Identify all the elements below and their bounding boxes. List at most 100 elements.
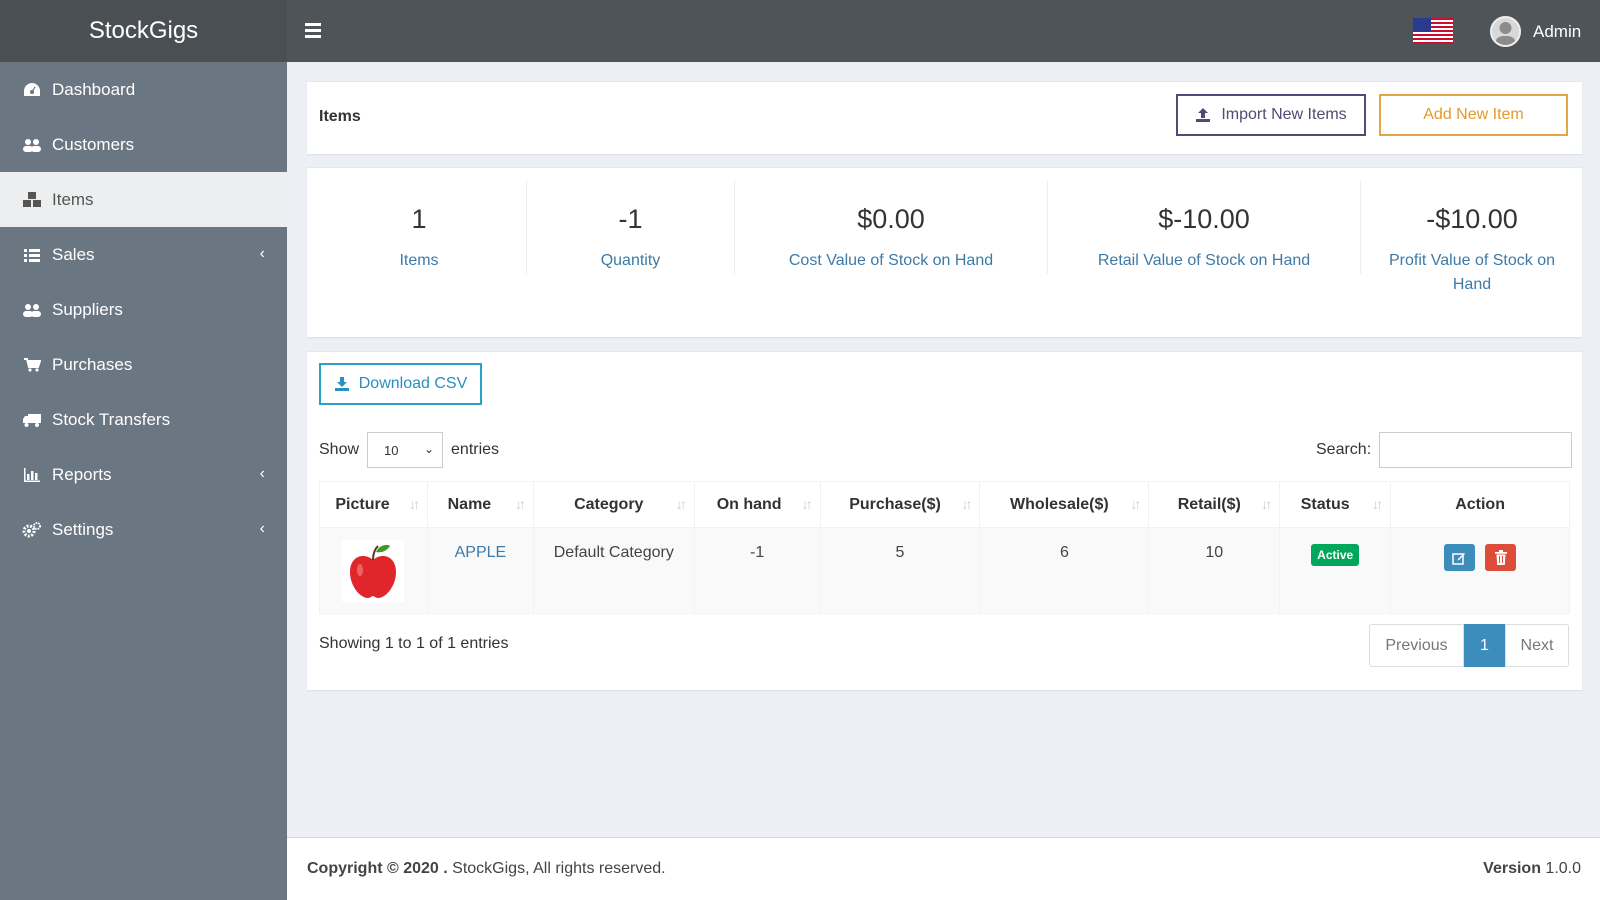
sidebar-item-suppliers[interactable]: Suppliers	[0, 282, 287, 337]
users-icon	[22, 135, 42, 155]
chevron-left-icon: ‹	[259, 520, 265, 537]
column-header-picture[interactable]: Picture ↓↑	[319, 481, 428, 528]
us-flag-icon[interactable]	[1413, 18, 1453, 44]
items-table: Picture ↓↑ Name ↓↑ Category ↓↑ On hand ↓↑ Pu…	[319, 481, 1570, 614]
show-label: Show	[319, 441, 360, 458]
sidebar: Dashboard Customers Items Sales ‹ Suppli…	[0, 62, 287, 900]
version-label: Version	[1483, 860, 1541, 877]
apple-image	[342, 540, 405, 602]
column-header-wholesale[interactable]: Wholesale($) ↓↑	[979, 481, 1150, 528]
stat-profit-value: -$10.00 Profit Value of Stock on Hand	[1375, 180, 1569, 293]
item-name-link[interactable]: APPLE	[455, 544, 507, 561]
page-size-select[interactable]: 10 ⌄	[367, 432, 444, 468]
cart-icon	[22, 355, 42, 375]
sort-icon: ↓↑	[1372, 496, 1383, 512]
download-csv-label: Download CSV	[358, 375, 468, 392]
stat-value: $0.00	[857, 204, 925, 234]
sidebar-item-purchases[interactable]: Purchases	[0, 337, 287, 392]
sidebar-item-settings[interactable]: Settings ‹	[0, 502, 287, 557]
add-item-button[interactable]: Add New Item	[1379, 94, 1568, 136]
page-1-button[interactable]: 1	[1464, 624, 1505, 667]
sidebar-item-label: Customers	[52, 134, 135, 154]
import-items-button[interactable]: Import New Items	[1176, 94, 1366, 136]
column-header-retail[interactable]: Retail($) ↓↑	[1148, 481, 1281, 528]
top-navbar: StockGigs Admin	[0, 0, 1600, 62]
search-control: Search:	[1316, 432, 1573, 468]
column-header-on-hand[interactable]: On hand ↓↑	[693, 481, 821, 528]
sidebar-item-label: Sales	[52, 244, 95, 264]
copyright: Copyright © 2020 . StockGigs, All rights…	[307, 860, 666, 878]
sort-icon: ↓↑	[1130, 496, 1141, 512]
next-page-button[interactable]: Next	[1505, 624, 1569, 667]
sidebar-item-label: Items	[52, 189, 94, 209]
column-header-purchase[interactable]: Purchase($) ↓↑	[819, 481, 981, 528]
stat-value: 1	[411, 204, 427, 234]
users-icon	[22, 300, 42, 320]
stat-value: $-10.00	[1158, 204, 1250, 234]
item-status: Active	[1279, 527, 1392, 614]
search-label: Search:	[1316, 441, 1372, 458]
divider	[1360, 180, 1361, 274]
item-name[interactable]: APPLE	[426, 527, 534, 614]
copyright-text: StockGigs, All rights reserved.	[447, 860, 666, 877]
stat-quantity: -1 Quantity	[527, 180, 734, 274]
download-icon	[334, 376, 350, 392]
stats-panel: 1 Items -1 Quantity $0.00 Cost Value of …	[307, 167, 1582, 337]
cubes-icon	[22, 190, 42, 210]
stat-label: Quantity	[600, 252, 661, 269]
item-category: Default Category	[532, 527, 695, 614]
stat-retail-value: $-10.00 Retail Value of Stock on Hand	[1048, 180, 1360, 274]
stat-label: Cost Value of Stock on Hand	[788, 252, 994, 269]
sidebar-item-label: Dashboard	[52, 79, 136, 99]
column-header-action: Action	[1390, 481, 1570, 528]
delete-button[interactable]	[1485, 544, 1517, 571]
user-menu[interactable]: Admin	[1490, 16, 1581, 47]
sidebar-item-label: Stock Transfers	[52, 409, 171, 429]
gears-icon	[22, 520, 42, 540]
sidebar-item-customers[interactable]: Customers	[0, 117, 287, 172]
version-value: 1.0.0	[1540, 860, 1581, 877]
stat-items: 1 Items	[319, 180, 519, 274]
stat-label: Items	[399, 252, 439, 269]
search-input[interactable]	[1379, 432, 1573, 468]
item-picture	[319, 527, 428, 614]
stat-label: Retail Value of Stock on Hand	[1097, 252, 1311, 269]
item-actions	[1390, 527, 1570, 614]
sort-icon: ↓↑	[961, 496, 972, 512]
brand-logo[interactable]: StockGigs	[0, 0, 287, 62]
previous-page-button[interactable]: Previous	[1369, 624, 1464, 667]
sort-icon: ↓↑	[408, 496, 420, 512]
sidebar-item-reports[interactable]: Reports ‹	[0, 447, 287, 502]
download-csv-button[interactable]: Download CSV	[319, 363, 482, 405]
truck-icon	[22, 410, 42, 430]
stat-value: -$10.00	[1426, 204, 1518, 234]
sidebar-item-items[interactable]: Items	[0, 172, 287, 227]
dashboard-icon	[22, 80, 42, 100]
column-header-status[interactable]: Status ↓↑	[1279, 481, 1392, 528]
list-icon	[22, 245, 42, 265]
item-purchase: 5	[819, 527, 981, 614]
sidebar-item-dashboard[interactable]: Dashboard	[0, 62, 287, 117]
chevron-left-icon: ‹	[259, 465, 265, 482]
table-info: Showing 1 to 1 of 1 entries	[319, 635, 509, 652]
pagination: Previous 1 Next	[1369, 624, 1569, 667]
sidebar-item-label: Reports	[52, 464, 112, 484]
sort-icon: ↓↑	[1261, 496, 1272, 512]
sort-icon: ↓↑	[801, 496, 813, 512]
column-header-name[interactable]: Name ↓↑	[426, 481, 534, 528]
sidebar-item-label: Suppliers	[52, 299, 123, 319]
menu-toggle-icon[interactable]	[302, 20, 324, 42]
sidebar-item-stock-transfers[interactable]: Stock Transfers	[0, 392, 287, 447]
stat-label: Profit Value of Stock on Hand	[1388, 252, 1555, 293]
stat-cost-value: $0.00 Cost Value of Stock on Hand	[735, 180, 1047, 274]
column-header-category[interactable]: Category ↓↑	[532, 481, 695, 528]
edit-button[interactable]	[1443, 544, 1475, 571]
status-badge: Active	[1311, 544, 1360, 566]
import-items-label: Import New Items	[1221, 106, 1347, 123]
edit-icon	[1452, 552, 1466, 565]
page-size-control: Show 10 ⌄ entries	[319, 432, 499, 468]
sidebar-item-sales[interactable]: Sales ‹	[0, 227, 287, 282]
entries-label: entries	[451, 441, 500, 458]
upload-icon	[1195, 107, 1211, 123]
page-title: Items	[319, 108, 361, 125]
